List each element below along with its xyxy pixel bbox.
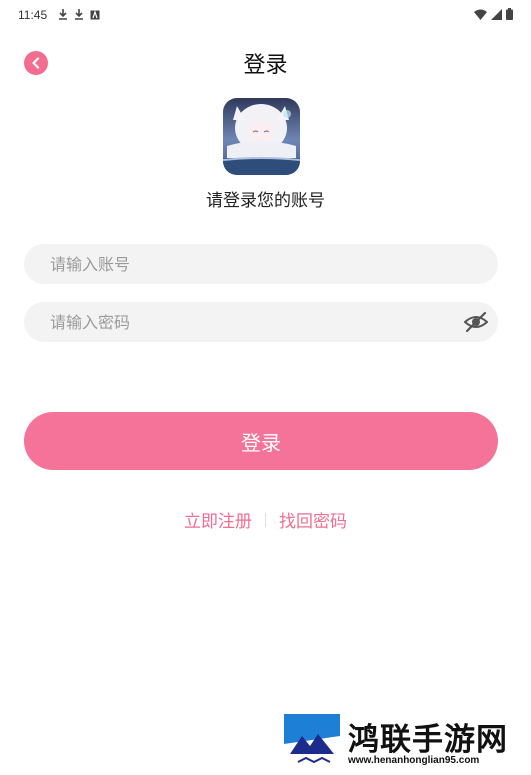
login-button[interactable]: 登录: [24, 412, 498, 470]
download-icon: [59, 9, 67, 20]
status-system-icons: [474, 8, 513, 20]
forgot-password-link[interactable]: 找回密码: [279, 507, 347, 532]
eye-off-icon: [463, 311, 489, 333]
register-link[interactable]: 立即注册: [184, 507, 252, 532]
battery-icon: [506, 8, 513, 20]
app-logo: [223, 98, 300, 175]
password-field[interactable]: [24, 302, 498, 342]
site-watermark: 鸿联手游网 www.henanhonglian95.com: [284, 714, 526, 770]
download-icon: [75, 9, 83, 20]
account-field[interactable]: [24, 244, 498, 284]
watermark-logo-icon: [284, 714, 340, 770]
watermark-text: 鸿联手游网: [348, 722, 508, 758]
password-visibility-toggle[interactable]: [463, 311, 489, 333]
account-input[interactable]: [50, 254, 430, 274]
status-bar: 11:45: [0, 0, 531, 32]
link-divider: [265, 512, 266, 527]
a-icon: [90, 9, 100, 19]
status-time: 11:45: [18, 8, 48, 22]
login-subtitle: 请登录您的账号: [206, 191, 325, 211]
page-title: 登录: [243, 53, 288, 78]
status-notifications: [58, 9, 100, 20]
auth-links: 立即注册 找回密码: [0, 507, 531, 532]
signal-icon: [491, 8, 502, 20]
password-input[interactable]: [50, 312, 430, 332]
wifi-icon: [474, 9, 487, 20]
watermark-url: www.henanhonglian95.com: [348, 755, 480, 766]
